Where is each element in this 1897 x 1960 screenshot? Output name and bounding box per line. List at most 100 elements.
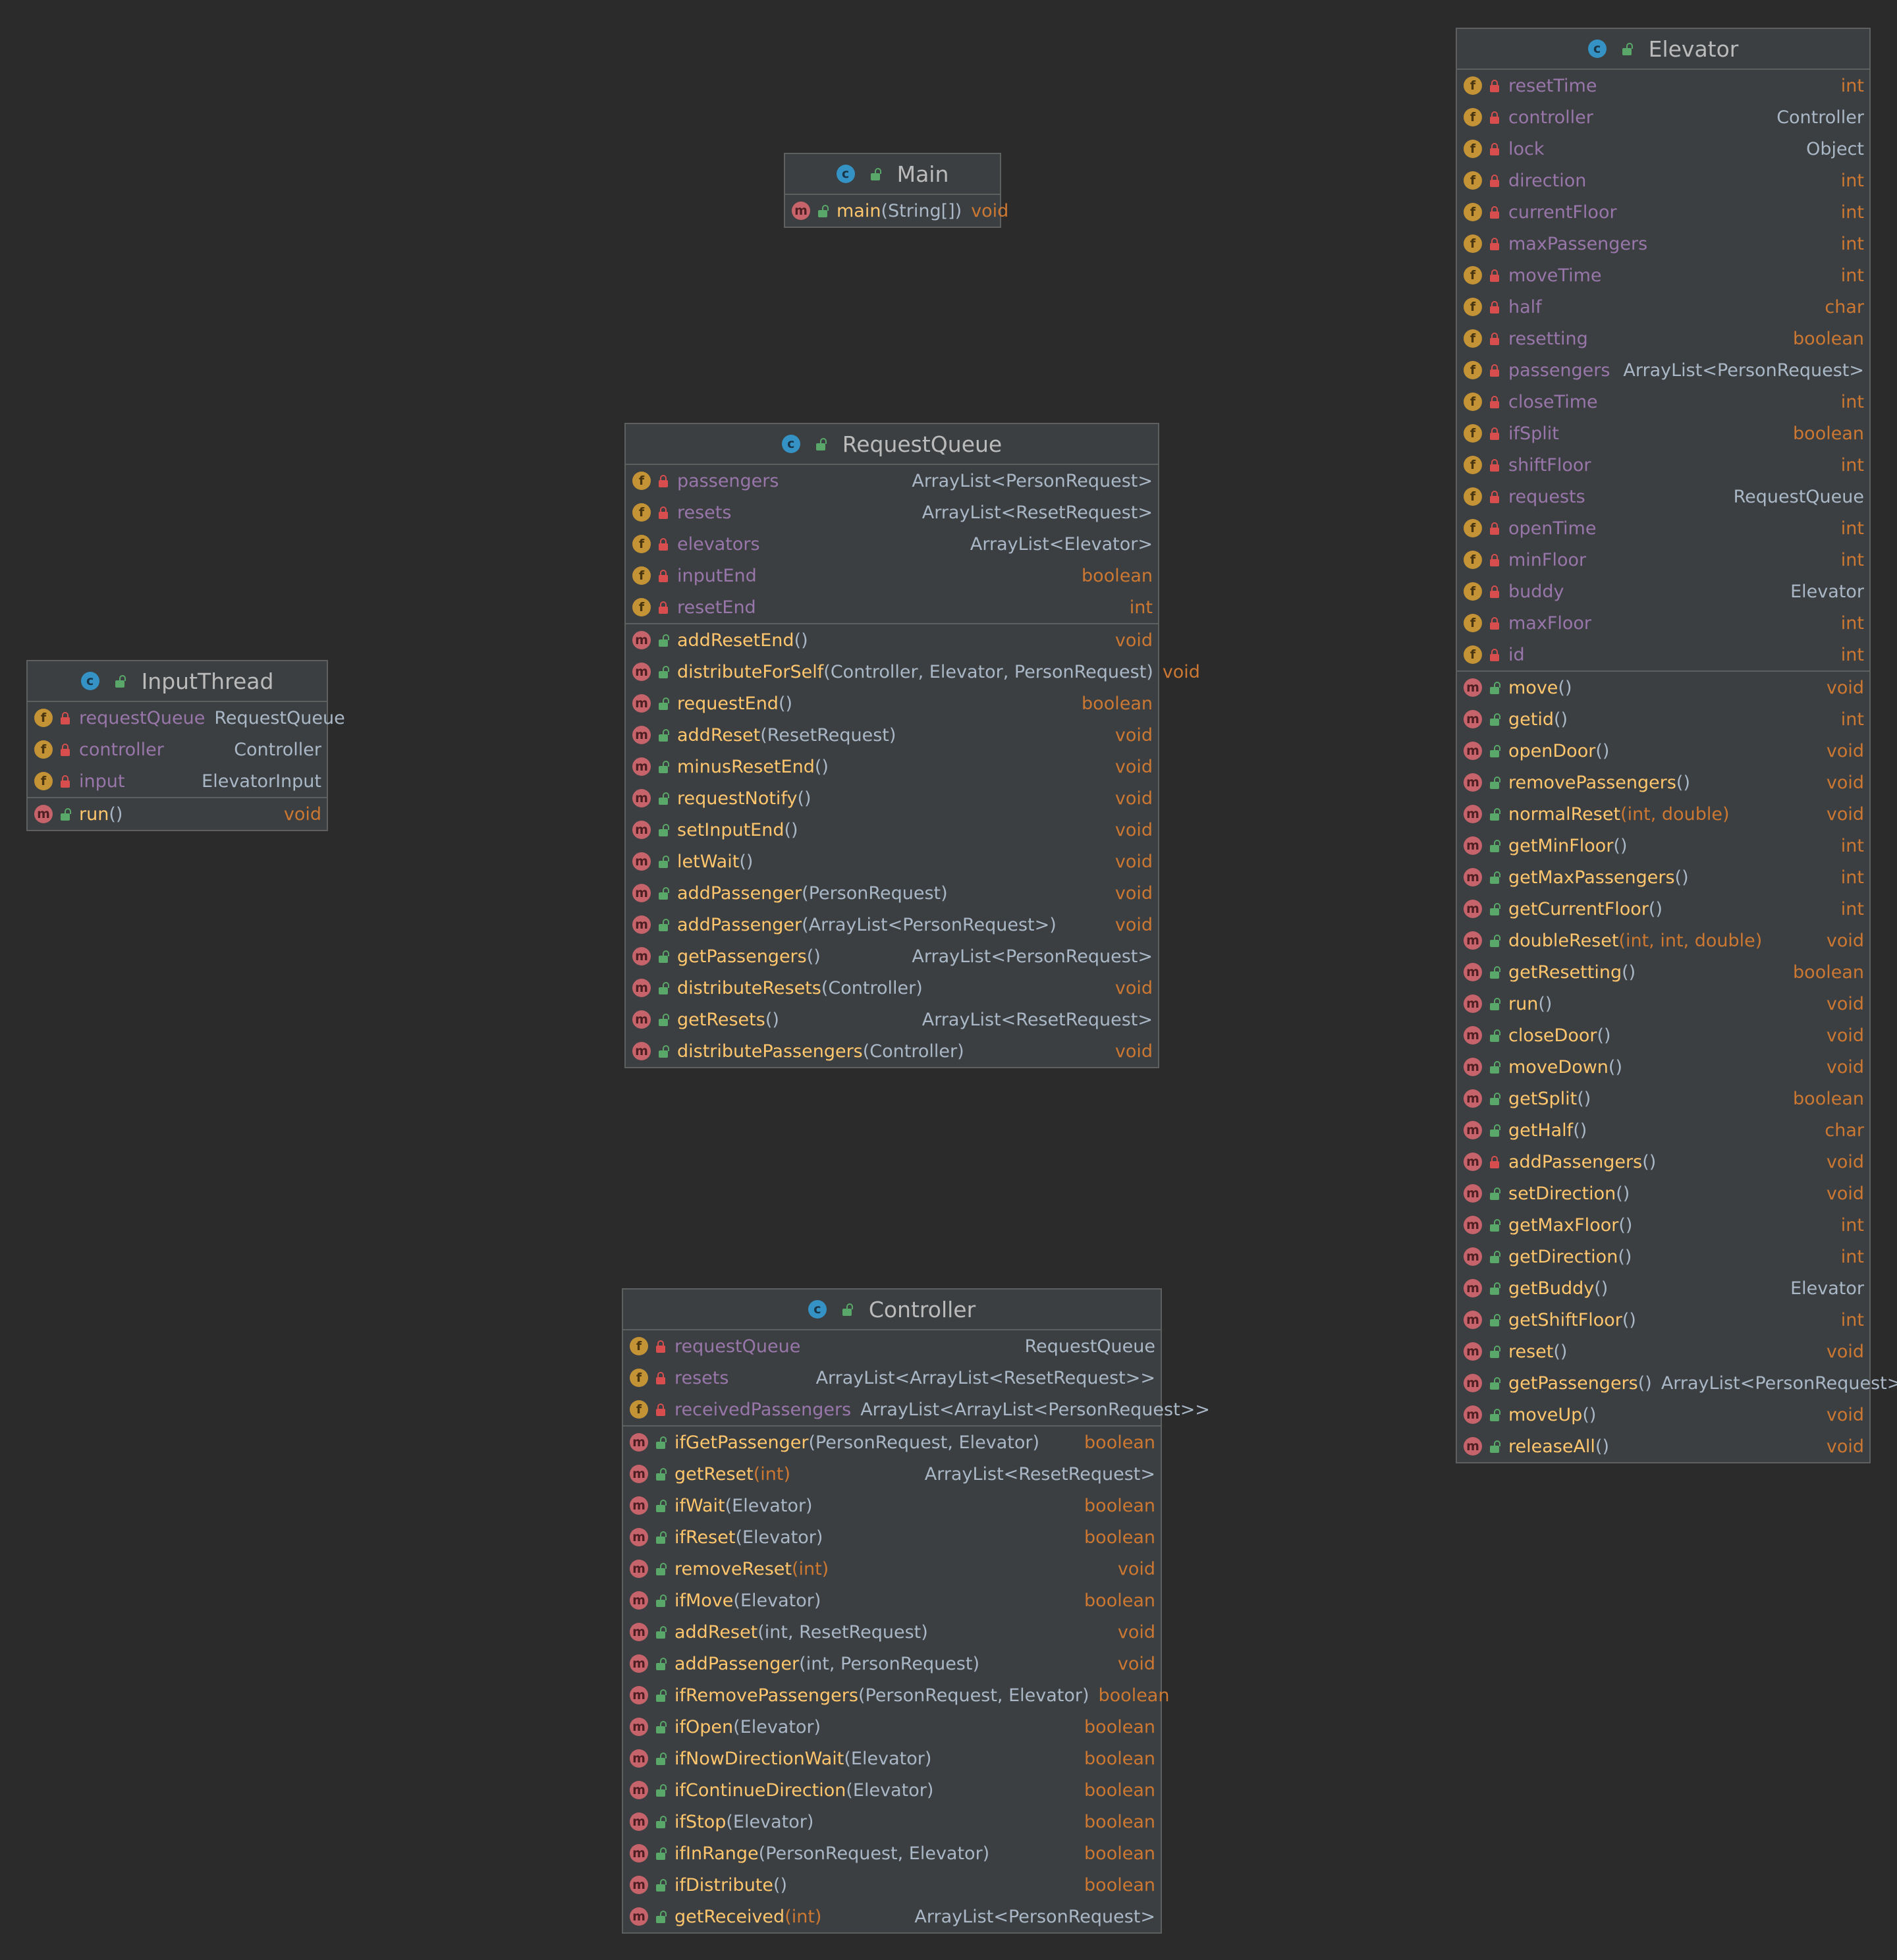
method-row[interactable]: m addPassenger (ArrayList<PersonRequest>) v… bbox=[626, 909, 1158, 940]
field-row[interactable]: f controller Controller bbox=[1457, 101, 1869, 133]
method-row[interactable]: m addReset (ResetRequest) void bbox=[626, 719, 1158, 751]
field-row[interactable]: f ifSplit boolean bbox=[1457, 418, 1869, 449]
method-row[interactable]: m reset() void bbox=[1457, 1336, 1869, 1367]
method-row[interactable]: m getResetting() boolean bbox=[1457, 956, 1869, 988]
method-row[interactable]: m distributeResets (Controller) void bbox=[626, 972, 1158, 1004]
method-row[interactable]: m getShiftFloor() int bbox=[1457, 1304, 1869, 1336]
field-row[interactable]: f inputEnd boolean bbox=[626, 560, 1158, 591]
field-row[interactable]: f passengers ArrayList<PersonRequest> bbox=[1457, 354, 1869, 386]
field-row[interactable]: f lock Object bbox=[1457, 133, 1869, 165]
method-row[interactable]: m ifOpen (Elevator) boolean bbox=[623, 1711, 1161, 1743]
field-row[interactable]: f half char bbox=[1457, 291, 1869, 323]
field-row[interactable]: f direction int bbox=[1457, 165, 1869, 196]
field-row[interactable]: f requestQueue RequestQueue bbox=[28, 702, 345, 734]
method-row[interactable]: m getMinFloor() int bbox=[1457, 830, 1869, 861]
method-row[interactable]: m ifDistribute() boolean bbox=[623, 1869, 1161, 1901]
field-row[interactable]: f resetEnd int bbox=[626, 591, 1158, 623]
method-row[interactable]: m distributePassengers (Controller) void bbox=[626, 1035, 1158, 1067]
method-params: () bbox=[797, 788, 811, 809]
method-row[interactable]: m closeDoor() void bbox=[1457, 1020, 1869, 1051]
method-row[interactable]: m ifNowDirectionWait (Elevator) boolean bbox=[623, 1743, 1161, 1774]
method-row[interactable]: m moveUp() void bbox=[1457, 1399, 1869, 1430]
method-row[interactable]: m main (String[]) void bbox=[785, 195, 1008, 227]
method-row[interactable]: m addResetEnd() void bbox=[626, 624, 1158, 656]
method-row[interactable]: m addReset (int, ResetRequest) void bbox=[623, 1616, 1161, 1648]
method-row[interactable]: m requestEnd() boolean bbox=[626, 688, 1158, 719]
method-params: () bbox=[1618, 1214, 1633, 1236]
field-row[interactable]: f resetTime int bbox=[1457, 70, 1869, 101]
method-row[interactable]: m ifReset (Elevator) boolean bbox=[623, 1521, 1161, 1553]
public-lock-icon bbox=[1487, 902, 1502, 916]
field-row[interactable]: f input ElevatorInput bbox=[28, 765, 327, 797]
field-row[interactable]: f resets ArrayList<ArrayList<ResetRequest>… bbox=[623, 1362, 1161, 1394]
method-row[interactable]: m getPassengers() ArrayList<PersonRequest> bbox=[626, 940, 1158, 972]
field-row[interactable]: f elevators ArrayList<Elevator> bbox=[626, 528, 1158, 560]
public-lock-icon bbox=[1487, 1186, 1502, 1201]
class-input-thread[interactable]: c InputThread f requestQueue RequestQueue f co… bbox=[26, 660, 345, 831]
field-row[interactable]: f controller Controller bbox=[28, 734, 327, 765]
field-row[interactable]: f requestQueue RequestQueue bbox=[623, 1330, 1161, 1362]
method-name: normalReset bbox=[1508, 803, 1621, 825]
method-row[interactable]: m getDirection() int bbox=[1457, 1241, 1869, 1272]
method-row[interactable]: m getCurrentFloor() int bbox=[1457, 893, 1869, 925]
field-row[interactable]: f passengers ArrayList<PersonRequest> bbox=[626, 465, 1158, 497]
method-row[interactable]: m addPassenger (int, PersonRequest) void bbox=[623, 1648, 1161, 1679]
class-request-queue[interactable]: c RequestQueue f passengers ArrayList<Person… bbox=[624, 423, 1200, 1068]
method-row[interactable]: m setInputEnd() void bbox=[626, 814, 1158, 846]
field-row[interactable]: f openTime int bbox=[1457, 512, 1869, 544]
method-row[interactable]: m move() void bbox=[1457, 672, 1869, 703]
field-row[interactable]: f id int bbox=[1457, 639, 1869, 670]
field-row[interactable]: f buddy Elevator bbox=[1457, 576, 1869, 607]
method-row[interactable]: m getid() int bbox=[1457, 703, 1869, 735]
field-row[interactable]: f resets ArrayList<ResetRequest> bbox=[626, 497, 1158, 528]
method-row[interactable]: m ifContinueDirection (Elevator) boolean bbox=[623, 1774, 1161, 1806]
method-row[interactable]: m getReset (int) ArrayList<ResetRequest> bbox=[623, 1458, 1161, 1490]
method-row[interactable]: m getResets() ArrayList<ResetRequest> bbox=[626, 1004, 1158, 1035]
method-row[interactable]: m releaseAll() void bbox=[1457, 1430, 1869, 1462]
class-main[interactable]: c Main m main (String[]) void bbox=[784, 153, 1008, 228]
class-elevator[interactable]: c Elevator f resetTime int f controller Control… bbox=[1456, 28, 1897, 1463]
method-row[interactable]: m removePassengers() void bbox=[1457, 767, 1869, 798]
field-row[interactable]: f maxFloor int bbox=[1457, 607, 1869, 639]
method-row[interactable]: m ifStop (Elevator) boolean bbox=[623, 1806, 1161, 1838]
method-row[interactable]: m run() void bbox=[1457, 988, 1869, 1020]
method-row[interactable]: m ifRemovePassengers (PersonRequest, Eleva… bbox=[623, 1679, 1169, 1711]
field-row[interactable]: f minFloor int bbox=[1457, 544, 1869, 576]
field-row[interactable]: f currentFloor int bbox=[1457, 196, 1869, 228]
field-row[interactable]: f maxPassengers int bbox=[1457, 228, 1869, 259]
method-row[interactable]: m getPassengers() ArrayList<PersonRequest> bbox=[1457, 1367, 1897, 1399]
method-row[interactable]: m getReceived (int) ArrayList<PersonRequest… bbox=[623, 1901, 1161, 1932]
field-name: requestQueue bbox=[79, 707, 206, 728]
method-row[interactable]: m setDirection() void bbox=[1457, 1178, 1869, 1209]
field-row[interactable]: f shiftFloor int bbox=[1457, 449, 1869, 481]
method-row[interactable]: m getBuddy() Elevator bbox=[1457, 1272, 1869, 1304]
field-row[interactable]: f resetting boolean bbox=[1457, 323, 1869, 354]
method-row[interactable]: m getHalf() char bbox=[1457, 1114, 1869, 1146]
field-row[interactable]: f receivedPassengers ArrayList<ArrayList<P… bbox=[623, 1394, 1210, 1425]
method-row[interactable]: m moveDown() void bbox=[1457, 1051, 1869, 1083]
method-row[interactable]: m minusResetEnd() void bbox=[626, 751, 1158, 782]
method-row[interactable]: m normalReset (int, double) void bbox=[1457, 798, 1869, 830]
method-row[interactable]: m getMaxPassengers() int bbox=[1457, 861, 1869, 893]
method-row[interactable]: m openDoor() void bbox=[1457, 735, 1869, 767]
method-row[interactable]: m removeReset (int) void bbox=[623, 1553, 1161, 1585]
method-row[interactable]: m run() void bbox=[28, 798, 327, 830]
method-row[interactable]: m addPassengers() void bbox=[1457, 1146, 1869, 1178]
field-icon: f bbox=[630, 1400, 648, 1419]
field-row[interactable]: f closeTime int bbox=[1457, 386, 1869, 418]
method-row[interactable]: m ifInRange (PersonRequest, Elevator) boole… bbox=[623, 1838, 1161, 1869]
method-row[interactable]: m distributeForSelf (Controller, Elevator,… bbox=[626, 656, 1200, 688]
method-row[interactable]: m doubleReset (int, int, double) void bbox=[1457, 925, 1869, 956]
class-controller[interactable]: c Controller f requestQueue RequestQueue f res… bbox=[622, 1288, 1210, 1934]
method-return-type: void bbox=[1162, 661, 1200, 682]
field-row[interactable]: f moveTime int bbox=[1457, 259, 1869, 291]
method-row[interactable]: m requestNotify() void bbox=[626, 782, 1158, 814]
method-row[interactable]: m ifGetPassenger (PersonRequest, Elevator)… bbox=[623, 1427, 1161, 1458]
method-row[interactable]: m ifWait (Elevator) boolean bbox=[623, 1490, 1161, 1521]
field-row[interactable]: f requests RequestQueue bbox=[1457, 481, 1869, 512]
method-row[interactable]: m addPassenger (PersonRequest) void bbox=[626, 877, 1158, 909]
method-row[interactable]: m getMaxFloor() int bbox=[1457, 1209, 1869, 1241]
method-row[interactable]: m letWait() void bbox=[626, 846, 1158, 877]
method-row[interactable]: m ifMove (Elevator) boolean bbox=[623, 1585, 1161, 1616]
method-row[interactable]: m getSplit() boolean bbox=[1457, 1083, 1869, 1114]
